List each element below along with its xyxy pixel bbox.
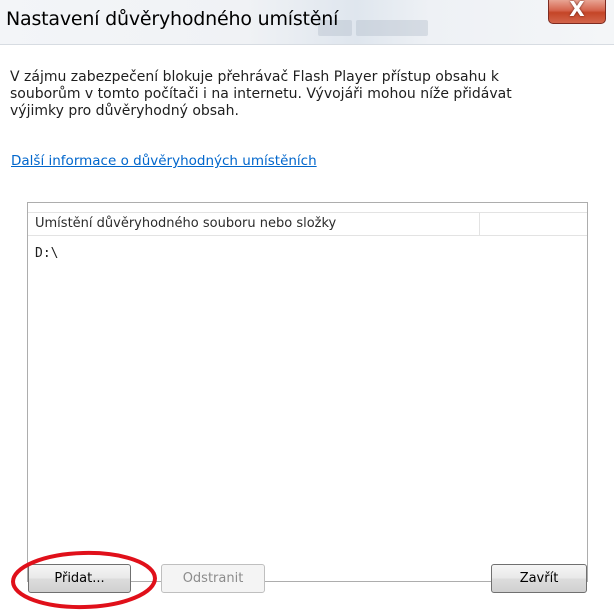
background-ghost [356,20,428,36]
trusted-locations-list[interactable]: Umístění důvěryhodného souboru nebo slož… [27,202,588,582]
list-header: Umístění důvěryhodného souboru nebo slož… [28,212,587,236]
close-icon: X [569,0,585,21]
list-item[interactable]: D:\ [28,243,587,265]
trusted-location-settings-window: Nastavení důvěryhodného umístění X V záj… [0,0,614,614]
close-button[interactable]: Zavřít [491,564,587,593]
security-description: V zájmu zabezpečení blokuje přehrávač Fl… [10,69,512,119]
column-header-filler [480,213,587,235]
close-window-button[interactable]: X [548,0,606,24]
title-bar[interactable]: Nastavení důvěryhodného umístění X [0,0,614,44]
column-header-location[interactable]: Umístění důvěryhodného souboru nebo slož… [28,213,480,235]
remove-button: Odstranit [161,564,265,593]
window-title: Nastavení důvěryhodného umístění [6,8,339,30]
dialog-body: V zájmu zabezpečení blokuje přehrávač Fl… [0,44,614,614]
more-info-link[interactable]: Další informace o důvěryhodných umístění… [11,153,317,169]
add-button[interactable]: Přidat... [28,564,131,593]
